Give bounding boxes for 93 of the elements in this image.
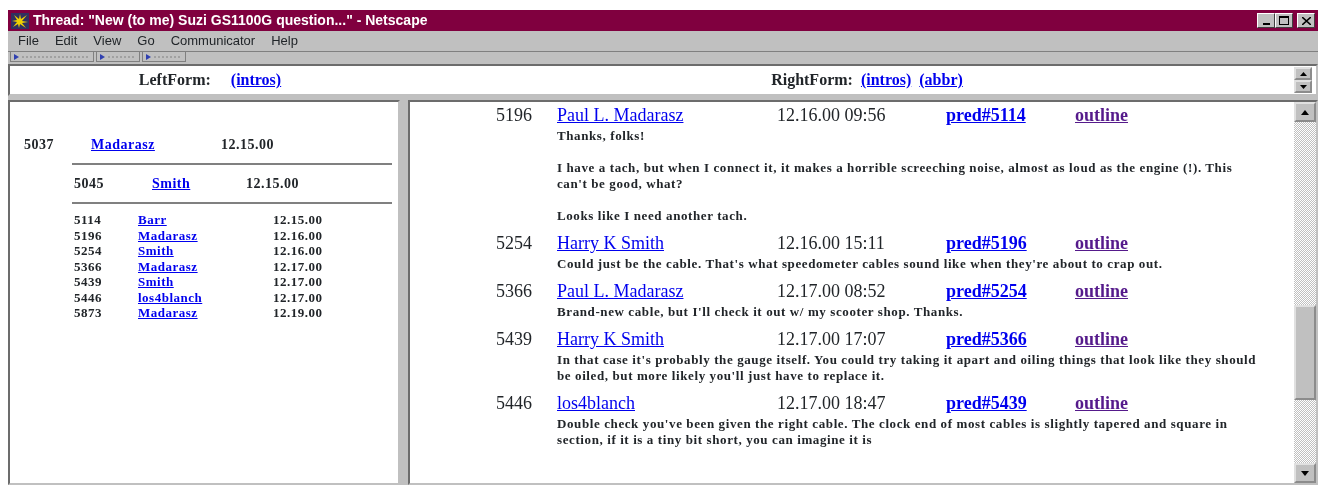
post-number: 5446 — [74, 289, 103, 305]
predecessor-link[interactable]: pred#5439 — [946, 393, 1027, 413]
post-date: 12.15.00 — [246, 175, 300, 193]
close-icon — [1301, 16, 1311, 25]
form-label: RightForm: — [771, 70, 853, 91]
app-logo-icon — [11, 12, 29, 29]
menu-item[interactable]: Help — [263, 31, 306, 51]
scrollbar[interactable] — [1294, 102, 1316, 483]
message-text: Looks like I need another tach. — [557, 208, 749, 224]
up-arrow-icon — [1301, 109, 1309, 115]
author-link[interactable]: Paul L. Madarasz — [557, 105, 684, 125]
post-number: 5196 — [496, 104, 533, 127]
post-date: 12.17.00 — [273, 289, 324, 305]
form-label: LeftForm: — [138, 70, 211, 90]
minimize-button[interactable] — [1257, 13, 1275, 28]
author-link[interactable]: Madarasz — [91, 134, 155, 155]
down-arrow-icon — [1301, 470, 1309, 476]
post-number: 5439 — [496, 328, 533, 351]
predecessor-link[interactable]: pred#5196 — [946, 233, 1027, 253]
author-link[interactable]: Smith — [138, 243, 174, 259]
message-text: Could just be the cable. That's what speedometer cables sound like when they're about to crap out. — [557, 256, 1164, 272]
toolbar-tab[interactable] — [142, 52, 186, 62]
post-number: 5366 — [74, 258, 103, 274]
form-link[interactable]: (intros) — [860, 68, 912, 92]
author-link[interactable]: Madarasz — [138, 305, 198, 321]
form-link[interactable]: (abbr) — [919, 68, 963, 92]
post-date: 12.16.00 — [273, 243, 324, 259]
post-number: 5366 — [496, 280, 533, 303]
author-link[interactable]: Madarasz — [138, 227, 198, 243]
post-number: 5196 — [74, 227, 103, 243]
menu-item[interactable]: Edit — [46, 31, 86, 51]
predecessor-link[interactable]: pred#5114 — [946, 105, 1026, 125]
outline-link[interactable]: outline — [1075, 278, 1128, 305]
scroll-up-button[interactable] — [1294, 67, 1312, 80]
message-text: In that case it's probably the gauge itself. You could try taking it apart and oiling things that look like they should be oiled, but more likely you'll just have to replace it. — [557, 352, 1257, 384]
maximize-button[interactable] — [1275, 13, 1293, 28]
outline-link[interactable]: outline — [1075, 230, 1128, 257]
post-number: 5873 — [74, 305, 103, 321]
menu-item[interactable]: Go — [129, 31, 163, 51]
toolbar-tab[interactable] — [96, 52, 140, 62]
post-date: 12.15.00 — [273, 212, 324, 228]
post-number: 5045 — [74, 175, 105, 193]
menu-item[interactable]: View — [85, 31, 130, 51]
post-number: 5446 — [496, 392, 533, 415]
author-link[interactable]: los4blanch — [138, 289, 203, 305]
post-number: 5254 — [496, 232, 533, 255]
post-date: 12.17.00 — [273, 258, 324, 274]
window-title: Thread: "New (to me) Suzi GS1100G question..." - Netscape — [33, 11, 428, 30]
author-link[interactable]: Madarasz — [138, 258, 198, 274]
play-arrow-icon — [100, 53, 105, 60]
author-link[interactable]: Smith — [152, 173, 191, 194]
scroll-down-button[interactable] — [1294, 80, 1312, 93]
maximize-icon — [1279, 16, 1289, 25]
menu-item[interactable]: Communicator — [162, 31, 264, 51]
play-arrow-icon — [146, 53, 151, 60]
up-arrow-icon — [1299, 71, 1307, 76]
down-arrow-icon — [1299, 84, 1307, 89]
post-datetime: 12.17.00 18:47 — [777, 392, 887, 415]
message-text: Brand-new cable, but I'll check it out w/ my scooter shop. Thanks. — [557, 304, 965, 320]
author-link[interactable]: Paul L. Madarasz — [557, 281, 684, 301]
post-number: 5037 — [24, 136, 55, 154]
outline-link[interactable]: outline — [1075, 102, 1128, 129]
post-datetime: 12.17.00 17:07 — [777, 328, 887, 351]
menu-item[interactable]: File — [10, 31, 47, 51]
author-link[interactable]: los4blanch — [557, 393, 635, 413]
post-datetime: 12.16.00 09:56 — [777, 104, 887, 127]
author-link[interactable]: Harry K Smith — [557, 329, 664, 349]
post-date: 12.19.00 — [273, 305, 324, 321]
post-date: 12.17.00 — [273, 274, 324, 290]
play-arrow-icon — [14, 53, 19, 60]
scrollbar-thumb[interactable] — [1294, 305, 1316, 400]
predecessor-link[interactable]: pred#5254 — [946, 281, 1027, 301]
close-button[interactable] — [1297, 13, 1315, 28]
author-link[interactable]: Smith — [138, 274, 174, 290]
post-date: 12.16.00 — [273, 227, 324, 243]
message-text: I have a tach, but when I connect it, it makes a horrible screeching noise, almost as loud as the engine (!). This can't be good, what? — [557, 160, 1234, 192]
form-link[interactable]: (intros) — [230, 68, 282, 92]
post-date: 12.15.00 — [221, 136, 275, 154]
post-datetime: 12.16.00 15:11 — [777, 232, 886, 255]
post-number: 5114 — [74, 212, 103, 228]
scroll-down-button[interactable] — [1294, 463, 1316, 483]
author-link[interactable]: Barr — [138, 212, 167, 228]
predecessor-link[interactable]: pred#5366 — [946, 329, 1027, 349]
scroll-up-button[interactable] — [1294, 102, 1316, 122]
post-number: 5254 — [74, 243, 103, 259]
minimize-icon — [1262, 22, 1270, 25]
post-number: 5439 — [74, 274, 103, 290]
author-link[interactable]: Harry K Smith — [557, 233, 664, 253]
outline-link[interactable]: outline — [1075, 326, 1128, 353]
outline-link[interactable]: outline — [1075, 390, 1128, 417]
message-text: Thanks, folks! — [557, 128, 646, 144]
message-text: Double check you've been given the right cable. The clock end of most cables is slightly tapered and square in section, if it is a tiny bit short, you can imagine it is — [557, 416, 1229, 448]
post-datetime: 12.17.00 08:52 — [777, 280, 887, 303]
